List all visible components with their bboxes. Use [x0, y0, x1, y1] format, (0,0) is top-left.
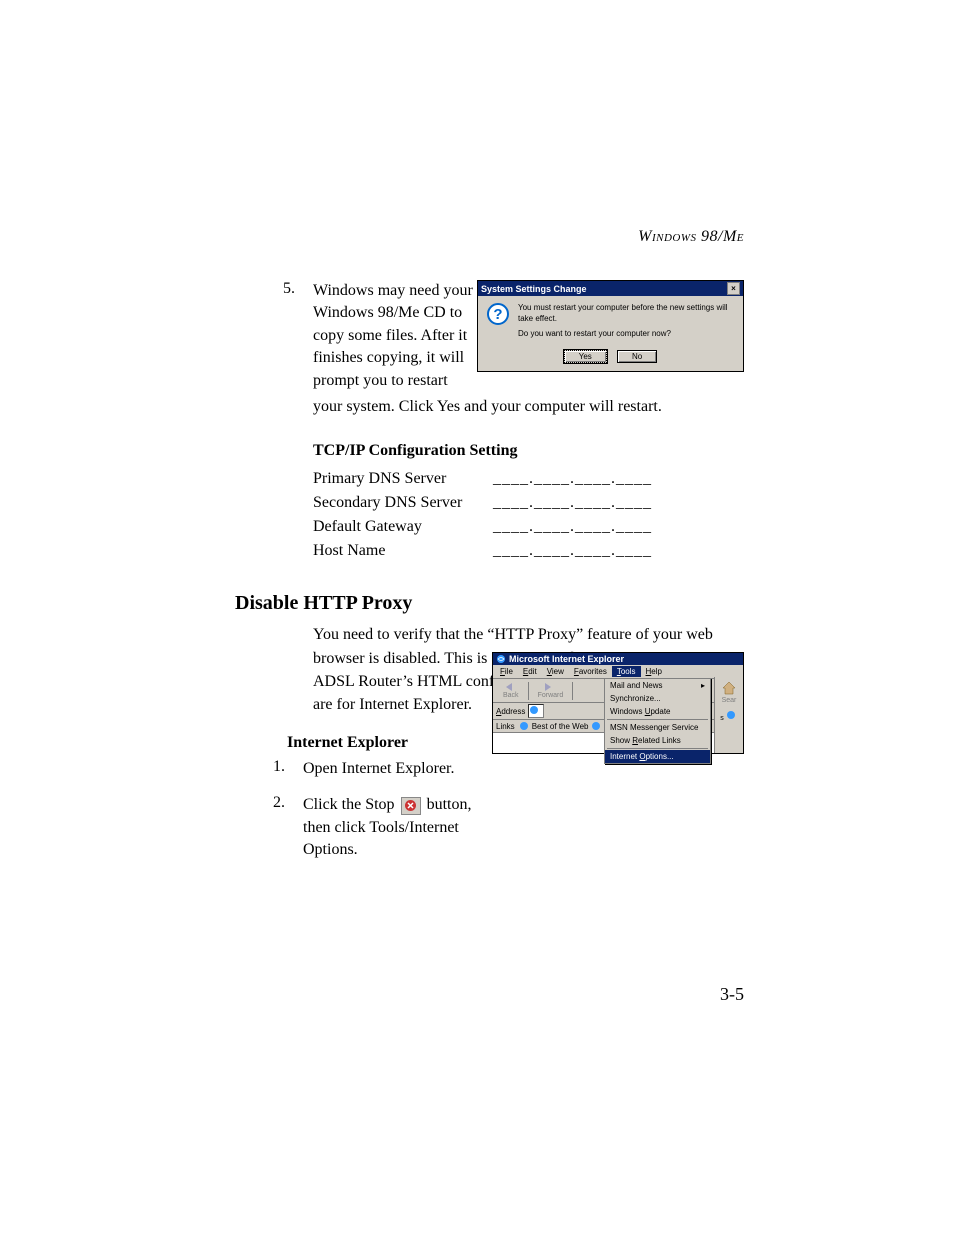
page-number: 3-5 [720, 984, 744, 1005]
step-number: 5. [235, 280, 313, 392]
yes-button[interactable]: Yes [564, 350, 607, 363]
svg-text:?: ? [493, 306, 502, 323]
forward-arrow-icon [543, 682, 557, 692]
step-text: Windows may need your Windows 98/Me CD t… [313, 280, 473, 392]
address-input[interactable] [528, 704, 544, 718]
menu-view[interactable]: View [542, 666, 569, 677]
step-number: 1. [235, 758, 303, 780]
dd-synchronize[interactable]: Synchronize... [605, 692, 710, 705]
page-header: Windows 98/Me [638, 228, 744, 246]
config-label: Host Name [313, 542, 493, 560]
dd-internet-options[interactable]: Internet Options... [605, 750, 710, 763]
ie-page-icon [591, 721, 601, 731]
dd-related-links[interactable]: Show Related Links [605, 734, 710, 747]
home-icon[interactable] [722, 681, 736, 695]
dialog-message-2: Do you want to restart your computer now… [518, 328, 735, 339]
ie-menubar: File Edit View Favorites Tools Help [493, 665, 743, 679]
ie-title-text: Microsoft Internet Explorer [509, 654, 624, 664]
config-label: Default Gateway [313, 518, 493, 536]
dd-windows-update[interactable]: Windows Update [605, 705, 710, 718]
section-heading: Disable HTTP Proxy [235, 592, 744, 615]
menu-tools[interactable]: Tools [612, 666, 641, 677]
ie-titlebar: Microsoft Internet Explorer [493, 653, 743, 665]
dialog-title-text: System Settings Change [481, 284, 587, 294]
address-label: Address [496, 707, 525, 716]
ie-icon [496, 654, 506, 664]
ie-window-screenshot: Microsoft Internet Explorer File Edit Vi… [492, 652, 744, 754]
config-value: ____.____.____.____ [493, 518, 652, 536]
config-value: ____.____.____.____ [493, 494, 652, 512]
links-label: Links [496, 722, 515, 731]
menu-help[interactable]: Help [641, 666, 667, 677]
question-icon: ? [486, 302, 510, 326]
tools-dropdown: Mail and News▸ Synchronize... Windows Up… [604, 678, 711, 764]
no-button[interactable]: No [617, 350, 657, 363]
back-arrow-icon [504, 682, 518, 692]
config-table: Primary DNS Server____.____.____.____ Se… [313, 470, 744, 560]
ie-page-icon [726, 710, 738, 720]
ie-right-panel: Sear s [714, 677, 743, 753]
dialog-titlebar: System Settings Change × [478, 281, 743, 296]
links-item[interactable]: Best of the Web [532, 722, 589, 731]
stop-icon [401, 797, 421, 815]
menu-edit[interactable]: Edit [518, 666, 542, 677]
config-value: ____.____.____.____ [493, 470, 652, 488]
step-text-continuation: your system. Click Yes and your computer… [313, 396, 744, 418]
forward-button[interactable]: Forward [532, 681, 570, 700]
step-text: Click the Stop button, then click Tools/… [303, 794, 483, 861]
config-label: Primary DNS Server [313, 470, 493, 488]
back-button[interactable]: Back [497, 681, 525, 700]
close-icon[interactable]: × [727, 282, 740, 295]
system-settings-dialog: System Settings Change × ? You must rest… [477, 280, 744, 372]
dd-msn-messenger[interactable]: MSN Messenger Service [605, 721, 710, 734]
menu-favorites[interactable]: Favorites [569, 666, 612, 677]
menu-file[interactable]: File [495, 666, 518, 677]
dd-mail-news[interactable]: Mail and News▸ [605, 679, 710, 692]
ie-page-icon [529, 705, 539, 715]
dialog-message-1: You must restart your computer before th… [518, 302, 735, 324]
tcpip-heading: TCP/IP Configuration Setting [313, 442, 744, 460]
config-value: ____.____.____.____ [493, 542, 652, 560]
config-label: Secondary DNS Server [313, 494, 493, 512]
step-number: 2. [235, 794, 303, 861]
ie-page-icon [519, 721, 529, 731]
step-text: Open Internet Explorer. [303, 758, 473, 780]
